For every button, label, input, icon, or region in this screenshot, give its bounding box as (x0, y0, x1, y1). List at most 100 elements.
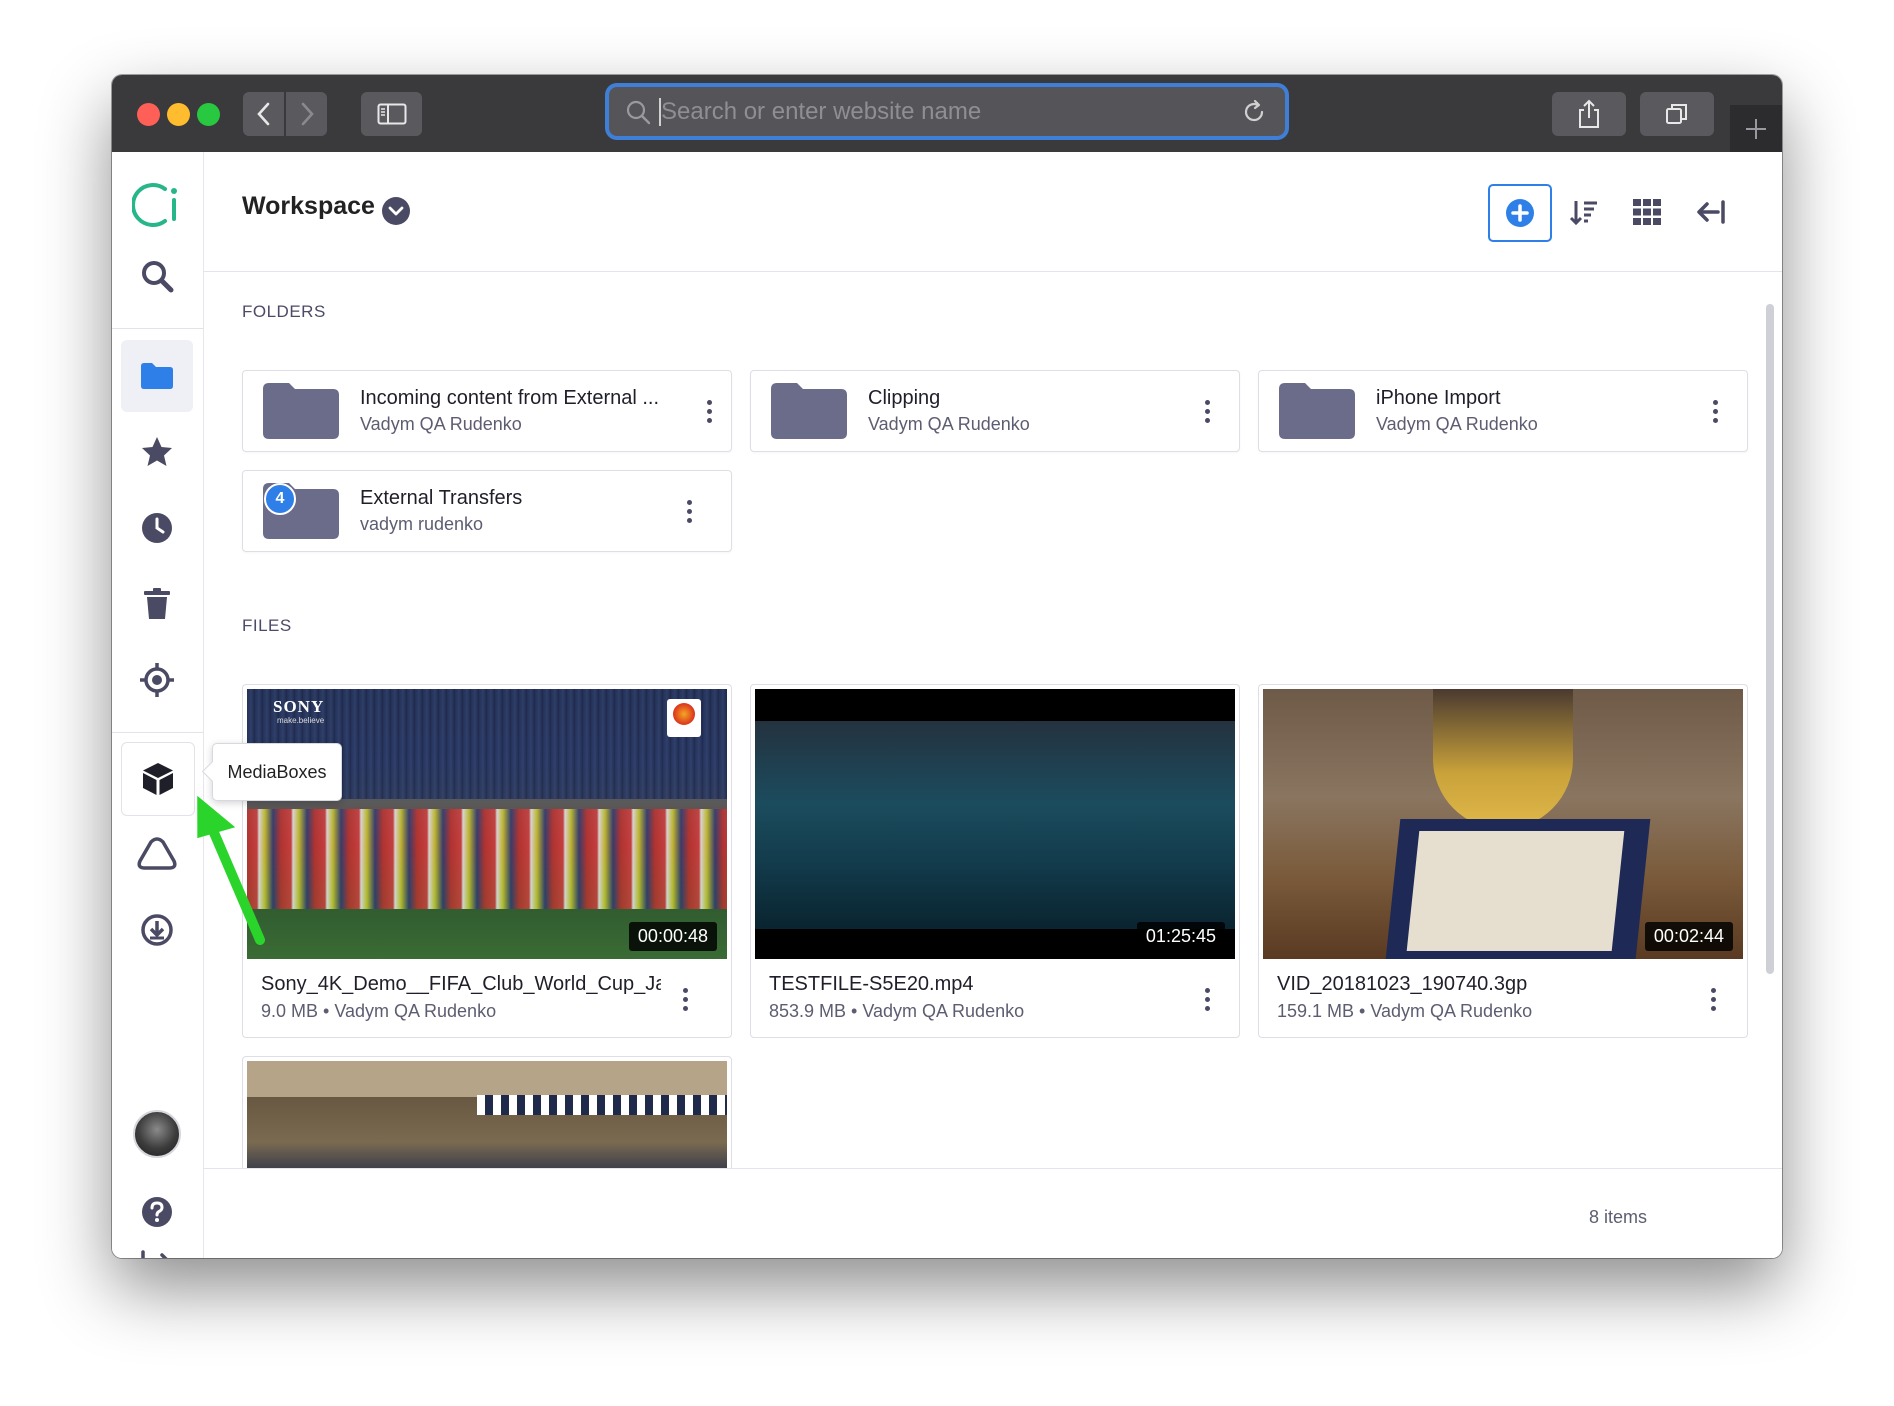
address-placeholder: Search or enter website name (661, 98, 982, 125)
chevron-down-icon (388, 206, 404, 216)
folder-icon (771, 383, 847, 439)
file-meta: 9.0 MB • Vadym QA Rudenko (261, 1001, 497, 1021)
folder-icon (263, 383, 339, 439)
folder-menu-button[interactable] (1705, 397, 1725, 425)
folder-card[interactable]: iPhone Import Vadym QA Rudenko (1258, 370, 1748, 452)
download-icon (141, 914, 173, 946)
folder-card[interactable]: Incoming content from External ... Vadym… (242, 370, 732, 452)
close-window-button[interactable] (137, 103, 160, 126)
file-menu-button[interactable] (1197, 985, 1217, 1013)
folder-name: External Transfers (360, 487, 523, 509)
grid-icon (1633, 199, 1661, 225)
thumb-paper (1406, 831, 1625, 951)
clock-icon (142, 513, 172, 543)
app-logo[interactable] (121, 169, 193, 241)
target-icon (140, 663, 174, 697)
folder-menu-button[interactable] (699, 397, 719, 425)
brand-logo: SONY (273, 697, 325, 716)
sort-button[interactable] (1553, 184, 1615, 240)
sidebar-item-recent[interactable] (121, 492, 193, 564)
folder-menu-button[interactable] (679, 497, 699, 525)
sidebar-item-logout[interactable] (121, 1246, 193, 1258)
sidebar-divider (112, 732, 203, 733)
trash-icon (144, 588, 170, 619)
browser-window: Search or enter website name Workspace F… (112, 75, 1782, 1258)
folder-owner: vadym rudenko (360, 514, 484, 534)
sidebar-icon (377, 103, 406, 125)
sidebar-item-favorites[interactable] (121, 416, 193, 488)
status-footer: 8 items (204, 1168, 1782, 1258)
chevron-left-icon (256, 102, 269, 126)
sidebar-toggle-button[interactable] (361, 92, 422, 136)
address-bar[interactable]: Search or enter website name (609, 87, 1285, 136)
user-avatar[interactable] (121, 1098, 193, 1170)
new-tab-button[interactable] (1730, 105, 1782, 152)
tournament-badge (667, 699, 701, 737)
page-title: Workspace (242, 192, 375, 220)
video-duration: 00:02:44 (1644, 922, 1733, 951)
folder-owner: Vadym QA Rudenko (868, 414, 1030, 434)
video-thumbnail: 00:02:44 (1263, 689, 1743, 959)
folder-card[interactable]: Clipping Vadym QA Rudenko (750, 370, 1240, 452)
app-sidebar (112, 152, 204, 1258)
sort-icon (1569, 201, 1597, 226)
sidebar-item-help[interactable] (121, 1176, 193, 1248)
file-card[interactable]: 00:02:44 VID_20181023_190740.3gp 159.1 M… (1258, 684, 1748, 1038)
file-card[interactable] (242, 1056, 732, 1168)
chevron-right-icon (301, 102, 314, 126)
annotation-arrow (197, 795, 265, 945)
thumb-person (1433, 689, 1573, 829)
back-button[interactable] (243, 92, 284, 136)
file-card[interactable]: 01:25:45 TESTFILE-S5E20.mp4 853.9 MB • V… (750, 684, 1240, 1038)
tabs-overview-button[interactable] (1640, 92, 1714, 136)
folder-owner: Vadym QA Rudenko (360, 414, 522, 434)
add-circle-icon (1506, 199, 1534, 227)
sidebar-item-locate[interactable] (121, 644, 193, 716)
file-meta: 853.9 MB • Vadym QA Rudenko (769, 1001, 1025, 1021)
sidebar-item-search[interactable] (121, 240, 193, 312)
workspace-dropdown-button[interactable] (382, 197, 410, 225)
grid-view-button[interactable] (1616, 184, 1678, 240)
video-thumbnail (247, 1061, 727, 1168)
file-menu-button[interactable] (675, 985, 695, 1013)
zoom-window-button[interactable] (197, 103, 220, 126)
thumb-players (247, 809, 727, 909)
triangle-icon (137, 837, 177, 870)
recent-count-badge: 4 (264, 483, 296, 515)
search-icon (626, 100, 651, 125)
file-meta: 159.1 MB • Vadym QA Rudenko (1277, 1001, 1533, 1021)
minimize-window-button[interactable] (167, 103, 190, 126)
search-icon (142, 261, 174, 293)
forward-button[interactable] (286, 92, 327, 136)
file-name: TESTFILE-S5E20.mp4 (769, 973, 974, 995)
file-card[interactable]: SONY make.believe 00:00:48 Sony_4K_Demo_… (242, 684, 732, 1038)
share-icon (1579, 99, 1599, 128)
help-icon (142, 1197, 172, 1227)
sidebar-divider (112, 328, 203, 329)
thumb-sea (755, 721, 1235, 929)
avatar (133, 1110, 181, 1158)
main-panel: Workspace FOLDERS Incoming content from … (204, 152, 1782, 1258)
folder-menu-button[interactable] (1197, 397, 1217, 425)
add-button[interactable] (1488, 184, 1552, 242)
collapse-panel-button[interactable] (1680, 184, 1742, 240)
content-scrollbar[interactable] (1766, 304, 1774, 974)
folder-icon (1279, 383, 1355, 439)
reload-icon[interactable] (1241, 99, 1267, 125)
thumb-wall (247, 1061, 727, 1097)
video-thumbnail: SONY make.believe 00:00:48 (247, 689, 727, 959)
folder-card[interactable]: External Transfers vadym rudenko (242, 470, 732, 552)
files-section-label: FILES (242, 616, 292, 635)
folder-name: Clipping (868, 387, 941, 409)
share-button[interactable] (1552, 92, 1626, 136)
thumb-banner (477, 1095, 727, 1115)
folders-section-label: FOLDERS (242, 302, 326, 321)
logo-icon (132, 183, 177, 227)
video-duration: 00:00:48 (628, 922, 717, 951)
folder-name: iPhone Import (1376, 387, 1501, 409)
tabs-icon (1666, 104, 1687, 124)
sidebar-item-files[interactable] (121, 340, 193, 412)
file-menu-button[interactable] (1703, 985, 1723, 1013)
plus-icon (1746, 118, 1766, 139)
sidebar-item-trash[interactable] (121, 568, 193, 640)
